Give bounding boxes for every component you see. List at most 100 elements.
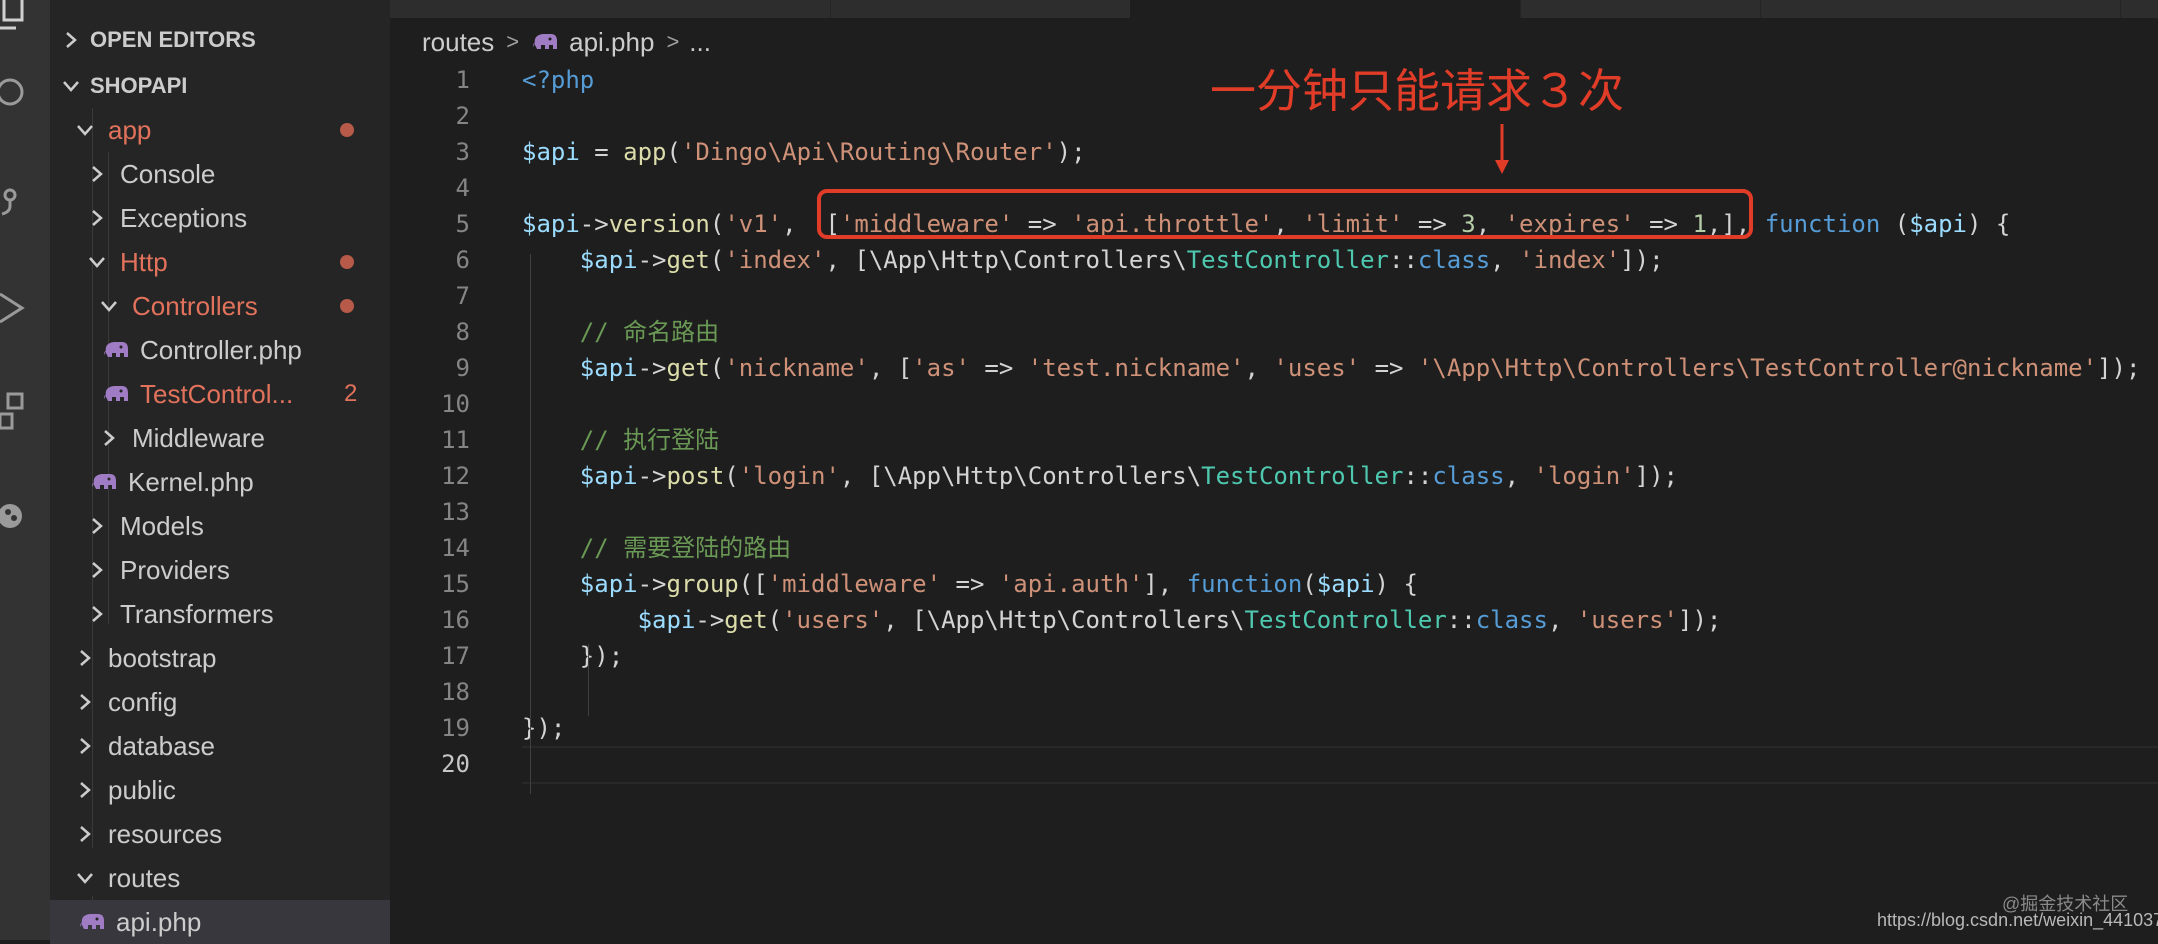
code-line[interactable]: }); xyxy=(522,710,565,746)
tree-item[interactable]: Http xyxy=(50,240,390,284)
code-line[interactable]: $api->get('index', [\App\Http\Controller… xyxy=(522,242,1664,278)
code-token: , xyxy=(1547,606,1577,634)
code-line[interactable]: // 命名路由 xyxy=(522,314,719,350)
tree-item-label: TestControl... xyxy=(140,378,294,409)
line-number: 17 xyxy=(441,642,470,670)
code-token: $api xyxy=(579,354,638,382)
extensions-icon[interactable] xyxy=(0,380,50,440)
breadcrumb-file[interactable]: api.php xyxy=(569,27,654,58)
code-token: -> xyxy=(637,246,667,274)
chevron-down-icon xyxy=(74,123,96,137)
code-token: , xyxy=(1504,462,1534,490)
code-token: 'uses' xyxy=(1273,354,1361,382)
line-number: 9 xyxy=(455,354,470,382)
tree-item[interactable]: Kernel.php xyxy=(50,460,390,504)
tree-item[interactable]: routes xyxy=(50,856,390,900)
code-line[interactable]: $api->group(['middleware' => 'api.auth']… xyxy=(522,566,1418,602)
code-token: :: xyxy=(1446,606,1476,634)
tree-item[interactable]: Controllers xyxy=(50,284,390,328)
open-editors-label: OPEN EDITORS xyxy=(90,27,256,52)
code-line[interactable]: $api = app('Dingo\Api\Routing\Router'); xyxy=(522,134,1086,170)
tree-item[interactable]: Transformers xyxy=(50,592,390,636)
chevron-right-icon xyxy=(98,428,120,448)
code-token: $api xyxy=(522,210,580,238)
tree-item-label: Http xyxy=(120,246,168,277)
editor-tab[interactable] xyxy=(390,0,831,18)
editor-tab[interactable] xyxy=(1760,0,2121,18)
editor-tab[interactable] xyxy=(830,0,1131,18)
remote-explorer-icon[interactable] xyxy=(0,488,50,548)
chevron-right-icon xyxy=(86,560,108,580)
tree-item[interactable]: resources xyxy=(50,812,390,856)
tree-item[interactable]: Models xyxy=(50,504,390,548)
php-elephant-icon xyxy=(78,911,108,933)
explorer-sidebar: OPEN EDITORS SHOPAPI app Console Exception… xyxy=(50,0,390,944)
line-number: 7 xyxy=(455,282,470,310)
breadcrumb-folder[interactable]: routes xyxy=(422,27,494,58)
tree-item-label: Exceptions xyxy=(120,202,248,233)
tree-item-label: routes xyxy=(108,862,181,893)
code-token: group xyxy=(666,570,739,598)
tree-item[interactable]: config xyxy=(50,680,390,724)
code-token: $api xyxy=(1316,570,1375,598)
tree-item[interactable]: Middleware xyxy=(50,416,390,460)
chevron-right-icon xyxy=(74,824,96,844)
tree-item[interactable]: app xyxy=(50,108,390,152)
code-token: -> xyxy=(637,462,667,490)
tree-item-label: Kernel.php xyxy=(128,466,254,497)
chevron-right-icon xyxy=(74,780,96,800)
code-line[interactable]: // 需要登陆的路由 xyxy=(522,530,791,566)
tree-item[interactable]: Controller.php xyxy=(50,328,390,372)
code-token: ( xyxy=(1880,210,1910,238)
code-line[interactable]: $api->get('nickname', ['as' => 'test.nic… xyxy=(522,350,2141,386)
code-token: 'login' xyxy=(738,462,840,490)
tree-item[interactable]: bootstrap xyxy=(50,636,390,680)
modified-dot xyxy=(340,255,354,269)
project-label: SHOPAPI xyxy=(90,73,188,98)
search-icon[interactable] xyxy=(0,68,50,128)
code-token: ( xyxy=(709,210,725,238)
line-number: 1 xyxy=(455,66,470,94)
code-line[interactable]: $api->get('users', [\App\Http\Controller… xyxy=(522,602,1722,638)
chevron-down-icon xyxy=(60,79,82,93)
code-token: $api xyxy=(1909,210,1967,238)
breadcrumb-more[interactable]: ... xyxy=(689,27,711,58)
source-control-icon[interactable] xyxy=(0,175,50,235)
editor-tab-active[interactable] xyxy=(1130,0,1521,18)
code-token: ( xyxy=(1302,570,1317,598)
code-line[interactable]: }); xyxy=(522,638,623,674)
breadcrumb: routes > api.php > ... xyxy=(422,22,711,62)
chevron-right-icon xyxy=(74,692,96,712)
line-number: 2 xyxy=(455,102,470,130)
line-number: 18 xyxy=(441,678,470,706)
chevron-right-icon: > xyxy=(666,29,680,54)
project-header[interactable]: SHOPAPI xyxy=(50,64,390,108)
code-token: $api xyxy=(579,462,638,490)
tree-item-label: Controller.php xyxy=(140,334,302,365)
code-token: 'index' xyxy=(1519,246,1621,274)
tree-item[interactable]: TestControl... xyxy=(50,372,390,416)
explorer-icon[interactable] xyxy=(0,0,50,42)
code-line[interactable]: $api->post('login', [\App\Http\Controlle… xyxy=(522,458,1678,494)
line-number: 16 xyxy=(441,606,470,634)
code-token: => xyxy=(1360,354,1418,382)
tree-item[interactable]: public xyxy=(50,768,390,812)
chevron-right-icon xyxy=(86,164,108,184)
code-token: => xyxy=(969,354,1028,382)
code-token: = xyxy=(579,138,624,166)
run-debug-icon[interactable] xyxy=(0,280,50,340)
tree-item[interactable]: Console xyxy=(50,152,390,196)
tree-item[interactable]: database xyxy=(50,724,390,768)
php-elephant-icon xyxy=(90,471,120,493)
code-token: TestController xyxy=(1186,246,1389,274)
editor-tab[interactable] xyxy=(1520,0,1761,18)
tree-item[interactable]: Exceptions xyxy=(50,196,390,240)
tree-item[interactable]: Providers xyxy=(50,548,390,592)
code-line[interactable]: <?php xyxy=(522,62,594,98)
code-line[interactable]: // 执行登陆 xyxy=(522,422,719,458)
open-editors-header[interactable]: OPEN EDITORS xyxy=(50,18,390,62)
code-token: function xyxy=(1186,570,1303,598)
arrow-down-icon xyxy=(1495,124,1509,174)
tree-item[interactable]: api.php xyxy=(50,900,390,944)
code-token: -> xyxy=(579,210,609,238)
